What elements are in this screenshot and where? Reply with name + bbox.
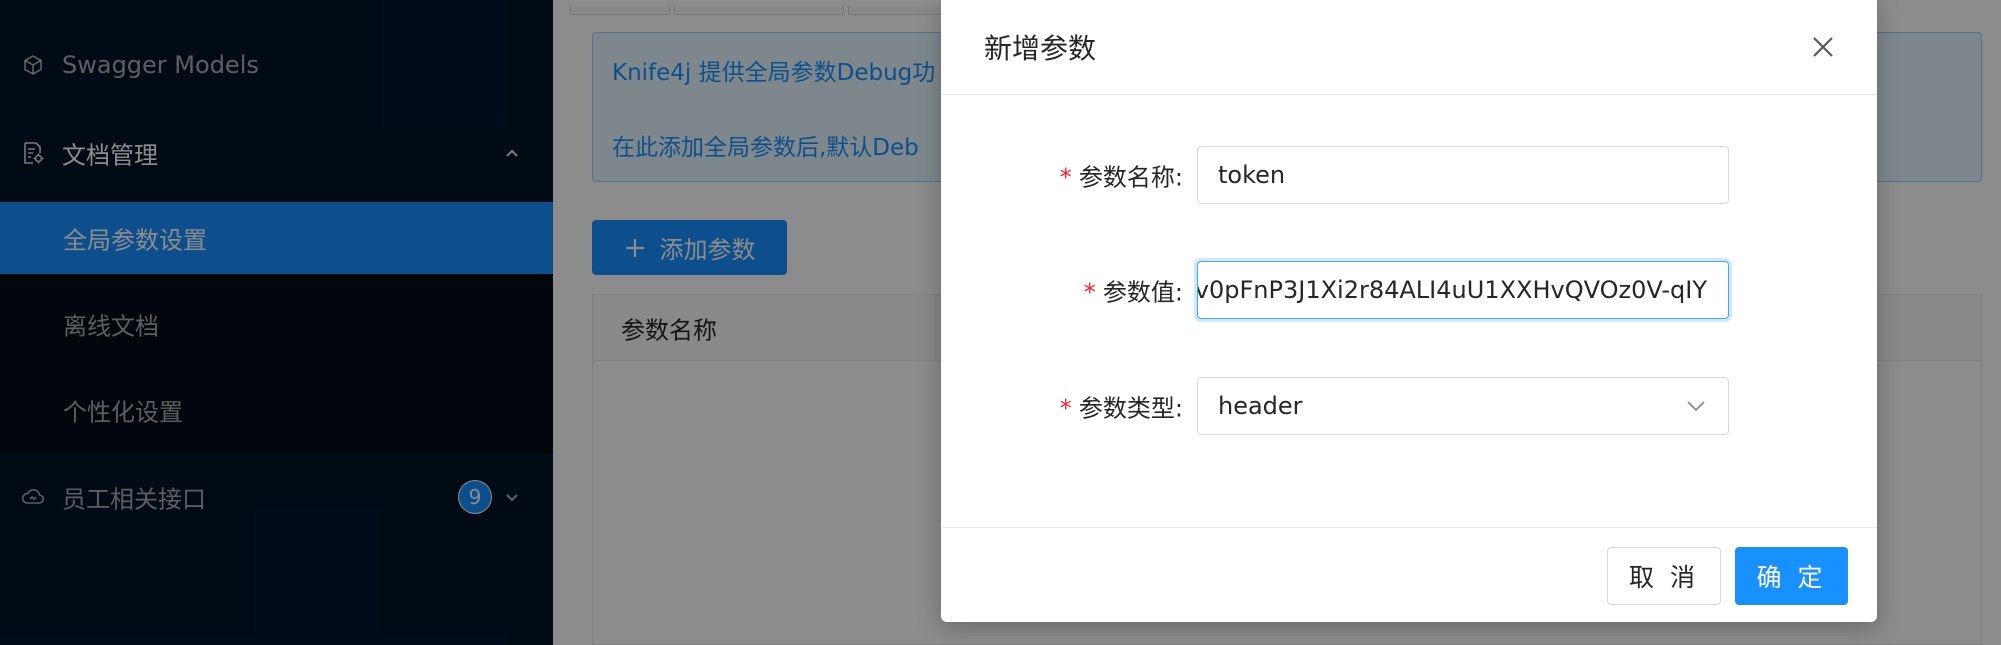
- add-param-modal: 新增参数 * 参数名称: token * 参数值: ov0pFnP3J1Xi2r84…: [941, 0, 1877, 622]
- form-row-name: * 参数名称: token: [941, 146, 1877, 204]
- required-mark: *: [1058, 163, 1073, 192]
- chevron-down-icon: [1687, 401, 1705, 412]
- form-row-value: * 参数值: ov0pFnP3J1Xi2r84ALI4uU1XXHvQVOz0V-…: [941, 261, 1877, 319]
- field-label-text: 参数值:: [1102, 278, 1183, 307]
- close-icon[interactable]: [1809, 33, 1837, 61]
- param-name-input[interactable]: token: [1197, 146, 1729, 204]
- field-label-text: 参数类型:: [1078, 394, 1183, 423]
- field-label: * 参数类型:: [1058, 389, 1183, 424]
- param-value-input[interactable]: ov0pFnP3J1Xi2r84ALI4uU1XXHvQVOz0V-qIY: [1197, 261, 1729, 319]
- modal-title: 新增参数: [984, 32, 1097, 65]
- param-value-value: ov0pFnP3J1Xi2r84ALI4uU1XXHvQVOz0V-qIY: [1197, 276, 1707, 304]
- confirm-button[interactable]: 确 定: [1735, 547, 1848, 605]
- modal-footer: 取 消 确 定: [941, 527, 1877, 622]
- param-type-select[interactable]: header: [1197, 377, 1729, 435]
- field-label-text: 参数名称:: [1078, 163, 1183, 192]
- param-type-value: header: [1218, 392, 1303, 420]
- param-name-value: token: [1218, 161, 1286, 189]
- modal-header: 新增参数: [941, 0, 1877, 95]
- cancel-button[interactable]: 取 消: [1607, 547, 1721, 605]
- field-label: * 参数值:: [1082, 273, 1183, 308]
- required-mark: *: [1082, 278, 1097, 307]
- form-row-type: * 参数类型: header: [941, 377, 1877, 435]
- required-mark: *: [1058, 394, 1073, 423]
- field-label: * 参数名称:: [1058, 158, 1183, 193]
